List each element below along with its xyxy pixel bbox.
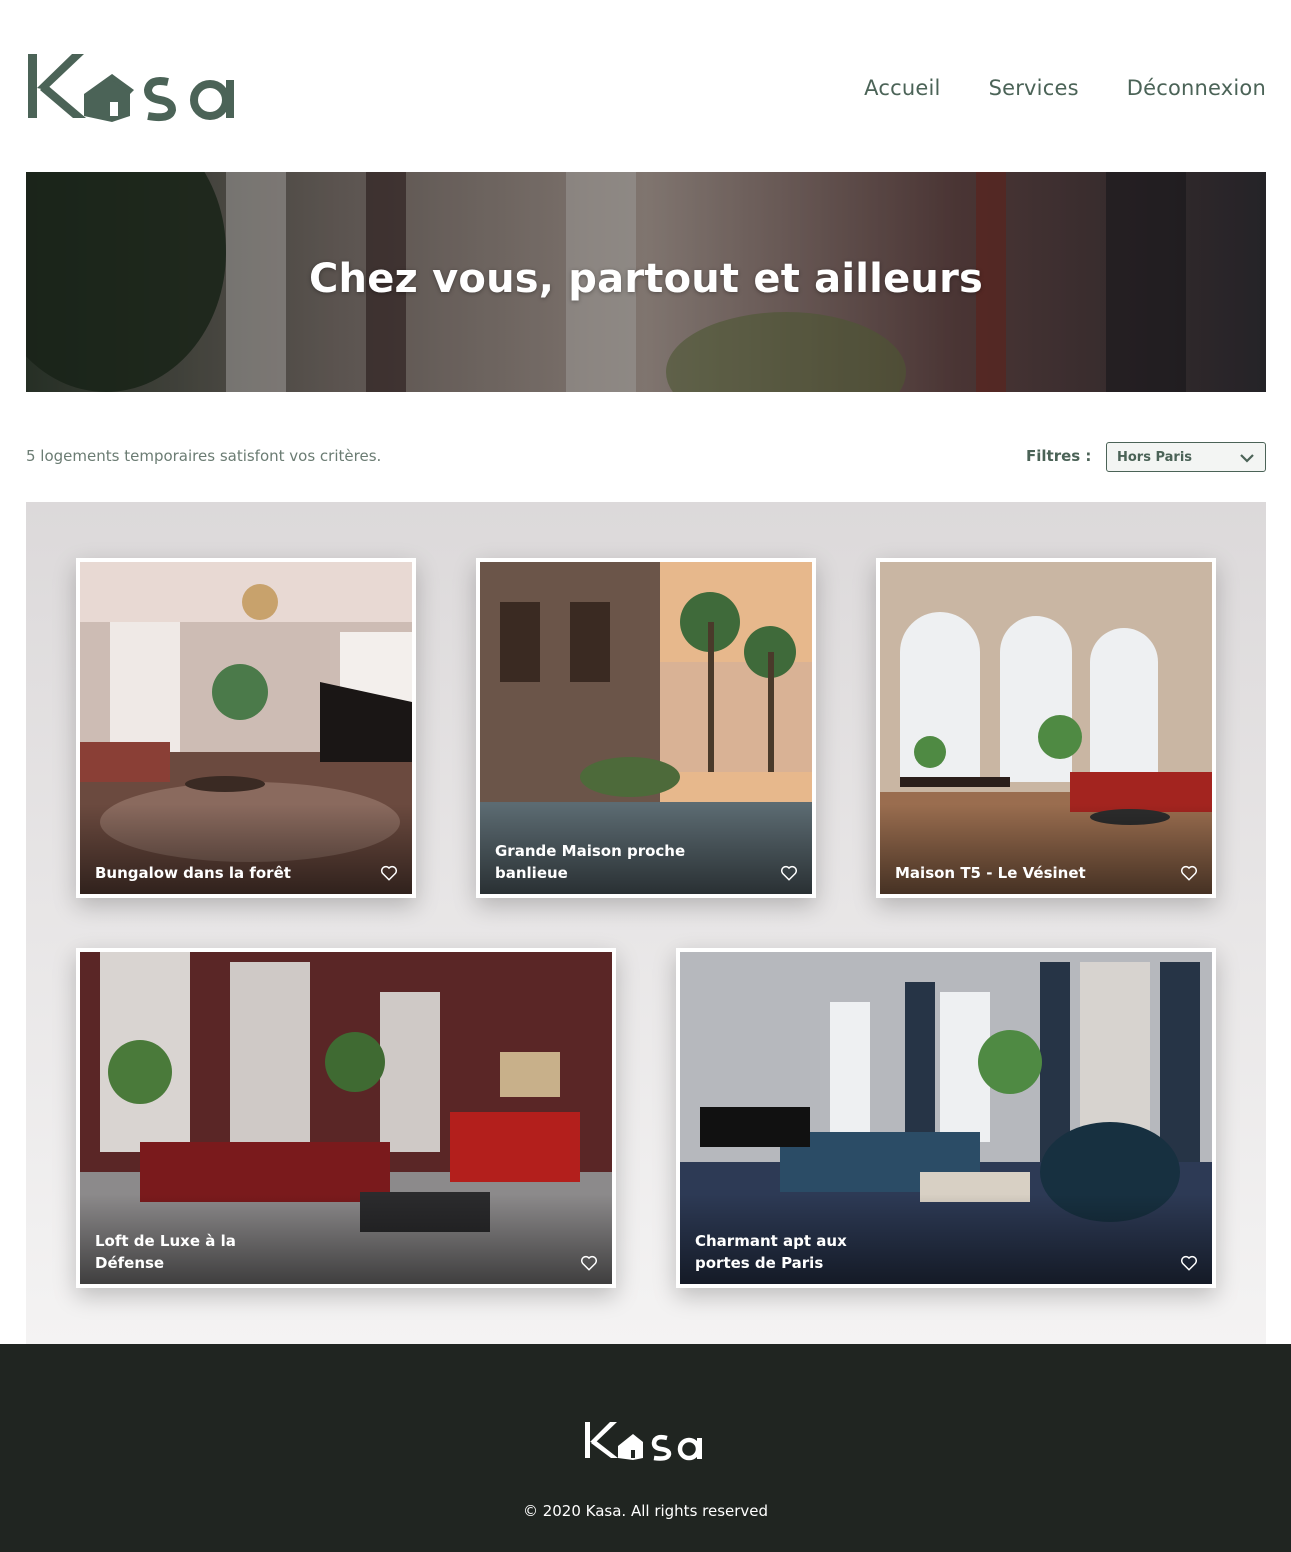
nav-deconnexion[interactable]: Déconnexion (1127, 76, 1266, 100)
listing-card[interactable]: Maison T5 - Le Vésinet (876, 558, 1216, 898)
listing-photo: Charmant apt aux portes de Paris (680, 952, 1212, 1284)
kasa-logo[interactable] (26, 50, 246, 126)
listing-photo: Loft de Luxe à la Défense (80, 952, 612, 1284)
filter-select[interactable]: Hors Paris (1106, 442, 1266, 472)
main-nav: Accueil Services Déconnexion (864, 76, 1266, 100)
filter-label: Filtres : (1026, 447, 1092, 465)
results-count: 5 logements temporaires satisfont vos cr… (26, 447, 382, 465)
heart-icon[interactable] (1180, 1254, 1198, 1272)
listing-title: Bungalow dans la forêt (95, 864, 291, 882)
heart-icon[interactable] (580, 1254, 598, 1272)
chevron-down-icon (1240, 454, 1254, 463)
site-header: Accueil Services Déconnexion (26, 50, 1266, 126)
nav-accueil[interactable]: Accueil (864, 76, 940, 100)
heart-icon[interactable] (380, 864, 398, 882)
listing-card[interactable]: Bungalow dans la forêt (76, 558, 416, 898)
copyright-text: © 2020 Kasa. All rights reserved (522, 1502, 769, 1520)
listing-photo: Maison T5 - Le Vésinet (880, 562, 1212, 894)
banner-title: Chez vous, partout et ailleurs (308, 256, 984, 302)
filter-selected-value: Hors Paris (1117, 450, 1193, 465)
listing-title: Charmant apt aux portes de Paris (695, 1232, 847, 1272)
site-footer: © 2020 Kasa. All rights reserved (0, 1344, 1291, 1552)
listing-card[interactable]: Charmant apt aux portes de Paris (676, 948, 1216, 1288)
listing-photo: Bungalow dans la forêt (80, 562, 412, 894)
listing-card[interactable]: Loft de Luxe à la Défense (76, 948, 616, 1288)
heart-icon[interactable] (1180, 864, 1198, 882)
nav-services[interactable]: Services (989, 76, 1079, 100)
listings-gallery: Bungalow dans la forêt Grande Maison pro… (26, 502, 1266, 1344)
hero-banner: Chez vous, partout et ailleurs (26, 172, 1266, 392)
listing-photo: Grande Maison proche banlieue (480, 562, 812, 894)
listing-title: Maison T5 - Le Vésinet (895, 864, 1086, 882)
listing-card[interactable]: Grande Maison proche banlieue (476, 558, 816, 898)
listing-title: Loft de Luxe à la Défense (95, 1232, 236, 1272)
heart-icon[interactable] (780, 864, 798, 882)
kasa-logo-footer (583, 1420, 709, 1464)
listing-title: Grande Maison proche banlieue (495, 842, 686, 882)
